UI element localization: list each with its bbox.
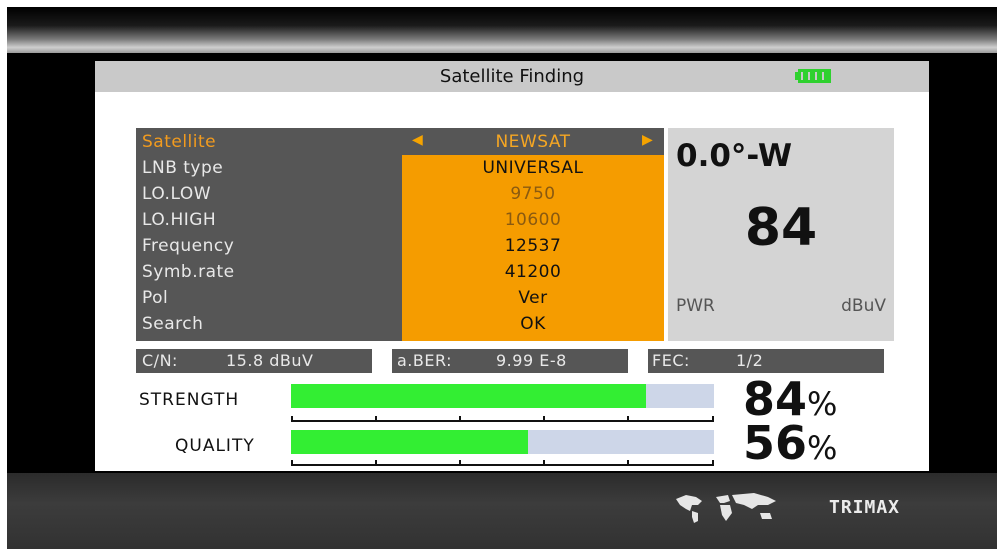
satellite-finding-window: Satellite Finding Satellite LNB type LO.… <box>95 61 929 471</box>
power-unit: dBuV <box>841 296 886 316</box>
polarization-value[interactable]: Ver <box>402 288 664 308</box>
quality-bar <box>291 430 714 454</box>
ber-stat: a.BER: 9.99 E-8 <box>392 349 628 373</box>
orbit-position: 0.0°-W <box>676 138 793 174</box>
lo-high-label: LO.HIGH <box>142 210 217 230</box>
strength-scale <box>291 412 714 422</box>
lo-low-label: LO.LOW <box>142 184 212 204</box>
satellite-label[interactable]: Satellite <box>142 132 216 152</box>
satellite-value[interactable]: NEWSAT <box>402 132 664 152</box>
screen-bezel <box>7 7 997 53</box>
quality-scale <box>291 456 714 466</box>
strength-bar-fill <box>291 384 647 408</box>
battery-icon <box>795 69 831 83</box>
frequency-label[interactable]: Frequency <box>142 236 234 256</box>
cn-value: 15.8 dBuV <box>226 351 314 370</box>
polarization-label[interactable]: Pol <box>142 288 168 308</box>
quality-percent: 56% <box>743 416 838 470</box>
strength-bar <box>291 384 714 408</box>
ber-value: 9.99 E-8 <box>496 351 567 370</box>
search-value[interactable]: OK <box>402 314 664 334</box>
arrow-right-icon[interactable]: ▶ <box>642 132 653 148</box>
power-label: PWR <box>676 296 715 316</box>
cn-stat: C/N: 15.8 dBuV <box>136 349 372 373</box>
signal-readout-panel: 0.0°-W 84 PWR dBuV <box>668 128 894 341</box>
footer-bar: TRIMAX <box>7 473 997 549</box>
lo-low-value: 9750 <box>510 184 556 204</box>
lnb-type-label[interactable]: LNB type <box>142 158 223 178</box>
lo-high-value: 10600 <box>504 210 562 230</box>
signal-level: 84 <box>744 198 818 258</box>
quality-bar-fill <box>291 430 528 454</box>
device-screen: Satellite Finding Satellite LNB type LO.… <box>7 7 997 549</box>
symbol-rate-value[interactable]: 41200 <box>402 262 664 282</box>
settings-panel: Satellite LNB type LO.LOW LO.HIGH Freque… <box>136 128 664 341</box>
world-map-icon <box>676 493 776 523</box>
fec-label: FEC: <box>652 351 690 370</box>
search-label[interactable]: Search <box>142 314 203 334</box>
frequency-value[interactable]: 12537 <box>402 236 664 256</box>
fec-value: 1/2 <box>736 351 764 370</box>
fec-stat: FEC: 1/2 <box>648 349 884 373</box>
title-bar: Satellite Finding <box>95 61 929 92</box>
symbol-rate-label[interactable]: Symb.rate <box>142 262 235 282</box>
cn-label: C/N: <box>142 351 178 370</box>
strength-label: STRENGTH <box>139 390 240 410</box>
lnb-type-value[interactable]: UNIVERSAL <box>402 158 664 178</box>
brand-logo: TRIMAX <box>829 497 901 518</box>
quality-label: QUALITY <box>175 436 255 456</box>
ber-label: a.BER: <box>397 351 452 370</box>
